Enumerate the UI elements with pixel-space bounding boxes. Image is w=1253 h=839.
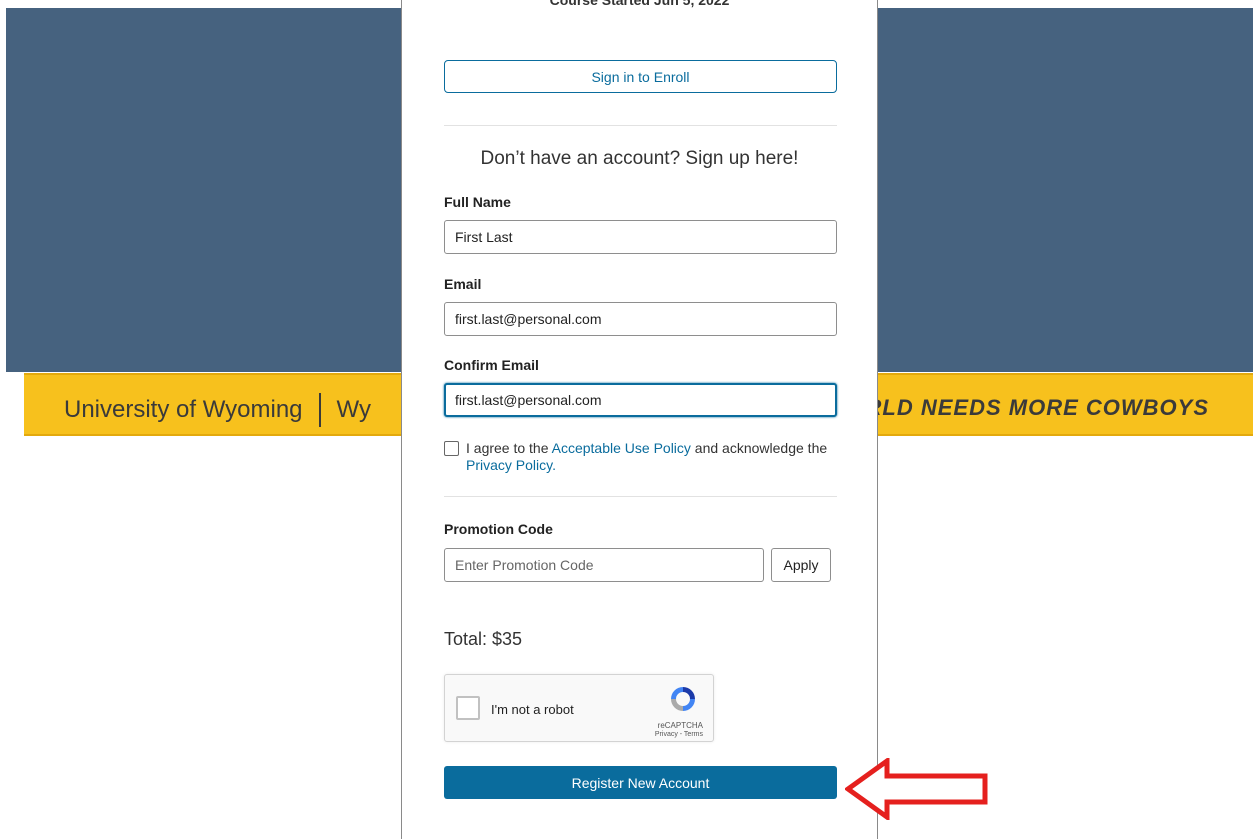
agree-text-before: I agree to the	[466, 440, 552, 456]
recaptcha-label: I'm not a robot	[491, 702, 574, 717]
recaptcha-widget: I'm not a robot reCAPTCHA Privacy - Term…	[444, 674, 714, 742]
email-input[interactable]	[444, 302, 837, 336]
agree-text-after: .	[552, 457, 556, 473]
agree-text-middle: and acknowledge the	[690, 440, 828, 456]
confirm-email-input[interactable]	[444, 383, 837, 417]
agree-text: I agree to the Acceptable Use Policy and…	[466, 440, 841, 474]
red-arrow-left-icon	[845, 758, 988, 820]
recaptcha-logo-icon	[671, 687, 695, 711]
banner-university-name: University of Wyoming	[64, 396, 303, 423]
register-new-account-button[interactable]: Register New Account	[444, 766, 837, 799]
banner-slogan: WORLD NEEDS MORE COWBOYS	[825, 395, 1209, 420]
apply-button[interactable]: Apply	[771, 548, 831, 582]
promotion-code-label: Promotion Code	[444, 521, 553, 537]
full-name-input[interactable]	[444, 220, 837, 254]
sign-in-to-enroll-button[interactable]: Sign in to Enroll	[444, 60, 837, 93]
recaptcha-checkbox[interactable]	[456, 696, 480, 720]
total-text: Total: $35	[444, 629, 523, 649]
registration-panel: Course Started Jun 5, 2022 Sign in to En…	[401, 0, 878, 839]
confirm-email-label: Confirm Email	[444, 357, 539, 373]
full-name-label: Full Name	[444, 194, 511, 210]
privacy-policy-link[interactable]: Privacy Policy	[466, 457, 552, 473]
course-started-text: Course Started Jun 5, 2022	[549, 0, 730, 8]
acceptable-use-policy-link[interactable]: Acceptable Use Policy	[552, 440, 691, 456]
banner-separator	[318, 393, 321, 427]
banner-left: University of Wyoming Wy	[64, 393, 371, 427]
email-label: Email	[444, 276, 482, 292]
promotion-code-input[interactable]	[444, 548, 764, 582]
recaptcha-terms-links[interactable]: Privacy - Terms	[655, 731, 703, 738]
agree-checkbox[interactable]	[444, 441, 459, 456]
divider	[444, 125, 837, 126]
divider	[444, 496, 837, 497]
banner-wyo-text: Wy	[336, 396, 371, 423]
recaptcha-brand: reCAPTCHA	[657, 721, 703, 730]
signup-heading: Don’t have an account? Sign up here!	[480, 148, 799, 169]
